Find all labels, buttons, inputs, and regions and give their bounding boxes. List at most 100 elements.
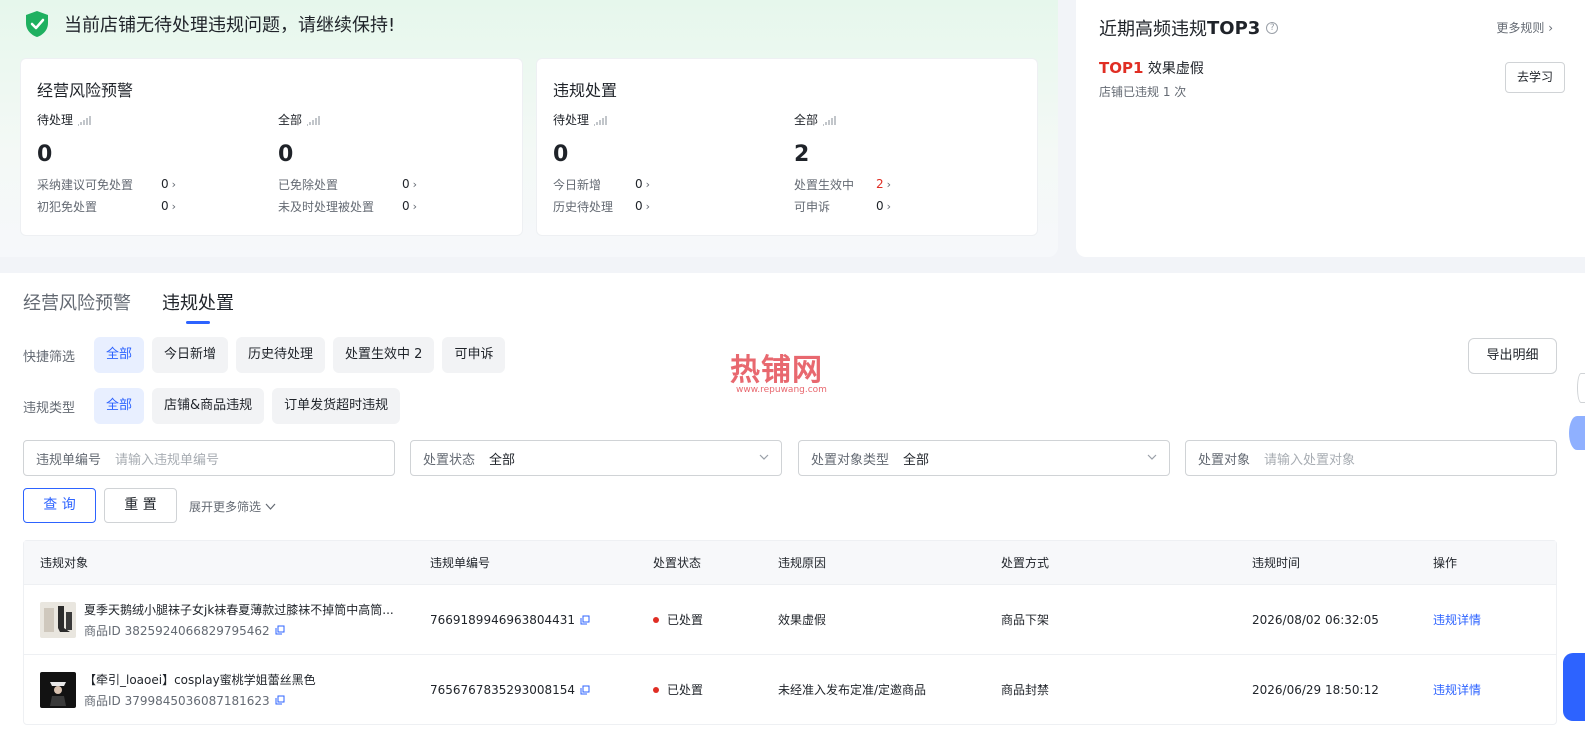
stat-row[interactable]: 可申诉 0 › [794,198,1024,214]
chevron-right-icon: › [886,199,892,213]
status-text: 已处置 [667,613,704,627]
header-time: 违规时间 [1252,556,1301,570]
order-no: 7669189946963804431 [430,612,576,627]
question-circle-icon[interactable]: ? [1266,22,1279,34]
quick-filter: 快捷筛选 全部 今日新增 历史待处理 处置生效中 2 可申诉 [23,337,513,373]
chip-all[interactable]: 全部 [94,337,145,373]
chevron-right-icon: › [645,177,651,191]
stat-label: 历史待处理 [553,199,614,214]
more-rules-label: 更多规则 [1496,21,1545,35]
stat-row[interactable]: 处置生效中 2 › [794,176,1024,192]
reset-button[interactable]: 重 置 [104,488,177,523]
stat-row[interactable]: 未及时处理被处置 0 › [278,198,508,214]
expand-filters-button[interactable]: 展开更多筛选 [189,498,276,515]
copy-icon[interactable] [275,695,285,705]
time-cell: 2026/08/02 06:32:05 [1252,612,1379,627]
status-dot [653,616,659,623]
violation-handling-card: 违规处置 待处理 0 今日新增 0 › 历史待处理 0 › 全部 2 处置生效中 2 › 可… [536,58,1038,236]
status-select[interactable]: 处置状态 全部 [410,440,782,476]
stat-row[interactable]: 采纳建议可免处置 0 › [37,176,267,192]
chip-store-product[interactable]: 店铺&商品违规 [152,388,265,424]
count-value: 0 [278,142,294,167]
chevron-right-icon: › [171,199,177,213]
field-label: 处置状态 [423,452,476,468]
chip-type-all[interactable]: 全部 [94,388,145,424]
signal-icon [823,115,836,126]
stat-value: 0 [402,177,410,191]
card-title: 经营风险预警 [37,81,134,100]
tab-bar: 经营风险预警 违规处置 [23,289,265,324]
tab-violation-handling[interactable]: 违规处置 [162,289,234,324]
stat-row[interactable]: 已免除处置 0 › [278,176,508,192]
chip-shipping-timeout[interactable]: 订单发货超时违规 [272,388,401,424]
header-object: 违规对象 [40,556,89,570]
field-label: 违规单编号 [36,452,102,468]
violation-detail-link[interactable]: 违规详情 [1433,585,1481,654]
object-type-select[interactable]: 处置对象类型 全部 [798,440,1170,476]
violation-detail-link[interactable]: 违规详情 [1433,655,1481,724]
product-name[interactable]: 夏季天鹅绒小腿袜子女jk袜春夏薄款过膝袜不掉筒中高筒... [84,601,394,618]
stat-label: 采纳建议可免处置 [37,177,134,192]
stat-value: 2 [876,177,884,191]
chevron-right-icon: › [412,199,418,213]
chip-in-effect[interactable]: 处置生效中 2 [333,337,435,373]
object-field[interactable]: 处置对象 请输入处置对象 [1185,440,1557,476]
status-dot [653,686,659,693]
rank-tag: TOP1 [1099,59,1144,77]
stat-row[interactable]: 今日新增 0 › [553,176,783,192]
chip-appealable[interactable]: 可申诉 [442,337,506,373]
stat-label: 今日新增 [553,177,602,192]
floating-handle[interactable] [1577,373,1585,403]
time-cell: 2026/06/29 18:50:12 [1252,682,1379,697]
chevron-right-icon: › [645,199,651,213]
violation-pending-column[interactable]: 待处理 0 今日新增 0 › 历史待处理 0 › [553,111,783,214]
product-thumbnail[interactable] [40,671,76,708]
stat-label: 初犯免处置 [37,199,98,214]
reason-cell: 效果虚假 [778,613,827,627]
header-status: 处置状态 [653,556,702,570]
product-thumbnail[interactable] [40,601,76,638]
expand-filters-label: 展开更多筛选 [189,500,262,514]
floating-assistant-button[interactable] [1569,416,1585,450]
stat-row[interactable]: 历史待处理 0 › [553,198,783,214]
copy-icon[interactable] [275,625,285,635]
top3-title: 近期高频违规 TOP3 ? [1099,15,1279,41]
shield-check-icon [26,11,48,37]
order-no-cell: 7669189946963804431 [430,585,590,654]
risk-all-column[interactable]: 全部 0 已免除处置 0 › 未及时处理被处置 0 › [278,111,508,214]
stat-label: 可申诉 [794,199,831,214]
copy-icon[interactable] [580,685,590,695]
chip-history-pending[interactable]: 历史待处理 [236,337,326,373]
violation-all-column[interactable]: 全部 2 处置生效中 2 › 可申诉 0 › [794,111,1024,214]
field-value: 全部 [489,452,516,468]
watermark-logo: 热铺网 www.repuwang.com [730,345,840,397]
risk-pending-column[interactable]: 待处理 0 采纳建议可免处置 0 › 初犯免处置 0 › [37,111,267,214]
chip-today-new[interactable]: 今日新增 [152,337,229,373]
top3-title-text: 近期高频违规 [1099,19,1207,40]
export-details-button[interactable]: 导出明细 [1468,338,1557,374]
tab-risk-warning[interactable]: 经营风险预警 [23,289,131,323]
column-label: 待处理 [37,113,74,127]
header-reason: 违规原因 [778,556,827,570]
product-name[interactable]: 【牵引_loaoei】cosplay蜜桃学姐蕾丝黑色 [84,671,394,688]
stat-row[interactable]: 初犯免处置 0 › [37,198,267,214]
stat-value: 0 [876,199,884,213]
table-row: 夏季天鹅绒小腿袜子女jk袜春夏薄款过膝袜不掉筒中高筒... 商品ID 38259… [24,584,1556,654]
query-button[interactable]: 查 询 [23,488,96,523]
top3-title-bold: TOP3 [1207,17,1261,39]
stat-value: 0 [635,177,643,191]
violation-table: 违规对象 违规单编号 处置状态 违规原因 处置方式 违规时间 操作 夏季天鹅绒小… [23,540,1557,725]
copy-icon[interactable] [580,615,590,625]
more-rules-link[interactable]: 更多规则 › [1496,19,1553,36]
column-label: 全部 [278,113,303,127]
watermark-url: www.repuwang.com [736,385,827,395]
floating-robot-icon[interactable] [1563,653,1585,721]
header-action: 操作 [1433,556,1458,570]
top3-panel: 近期高频违规 TOP3 ? 更多规则 › TOP1 效果虚假 店铺已违规 1 次 … [1076,0,1585,257]
field-placeholder: 请输入违规单编号 [115,452,220,468]
top1-item: TOP1 效果虚假 [1099,58,1204,78]
filter-label: 快捷筛选 [23,349,76,365]
go-learn-button[interactable]: 去学习 [1505,62,1565,93]
order-no-field[interactable]: 违规单编号 请输入违规单编号 [23,440,395,476]
header-method: 处置方式 [1001,556,1050,570]
